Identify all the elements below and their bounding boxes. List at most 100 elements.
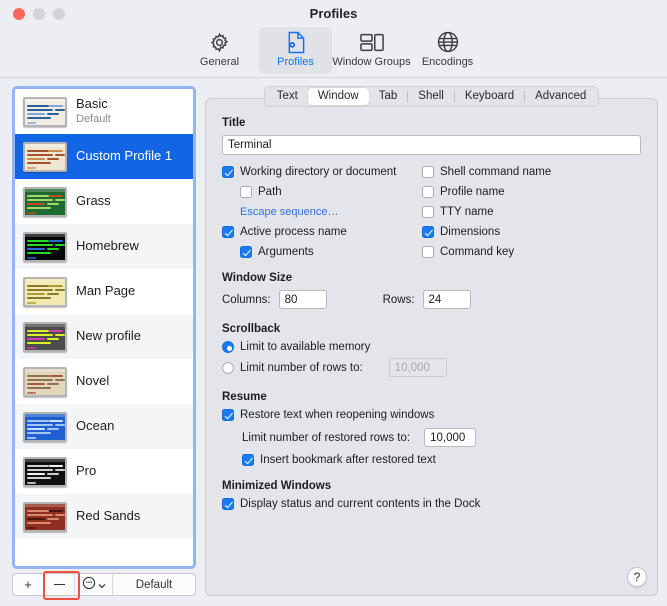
profile-thumbnail [23, 186, 67, 217]
rows-input[interactable] [422, 290, 471, 309]
profile-name: Basic [76, 96, 108, 112]
preferences-window: Profiles General Profiles Window Groups … [0, 0, 667, 606]
default-button-label: Default [135, 578, 173, 591]
radio-limit-memory[interactable] [222, 341, 234, 353]
checkbox-label: Active process name [240, 226, 347, 238]
chevron-down-icon [98, 577, 106, 592]
columns-input[interactable] [278, 290, 327, 309]
settings-tabbar: Text Window Tab Shell Keyboard Advanced [205, 86, 658, 107]
radio-limit-rows-label: Limit number of rows to: [240, 361, 363, 374]
option-row[interactable]: Dimensions [422, 226, 551, 238]
profile-list-item[interactable]: Ocean [15, 404, 193, 449]
checkbox-restore-text[interactable] [222, 409, 234, 421]
tab-advanced[interactable]: Advanced [525, 88, 596, 105]
profile-list-item[interactable]: Pro [15, 449, 193, 494]
title-heading: Title [222, 117, 246, 129]
checkbox[interactable] [240, 246, 252, 258]
toolbar-label-general: General [199, 56, 240, 68]
window-groups-icon [359, 29, 384, 55]
profile-list[interactable]: Basic Default Custom Profile 1 Grass Homebre… [12, 86, 196, 569]
profile-list-item[interactable]: New profile [15, 314, 193, 359]
checkbox-label: Profile name [440, 186, 505, 198]
preferences-toolbar: General Profiles Window Groups Encodings [0, 27, 667, 78]
remove-profile-button[interactable] [44, 574, 75, 595]
toolbar-item-encodings[interactable]: Encodings [411, 27, 484, 74]
tab-keyboard[interactable]: Keyboard [455, 88, 524, 105]
option-row[interactable]: Shell command name [422, 166, 551, 178]
profile-thumbnail [23, 96, 67, 127]
profile-name: Ocean [76, 418, 115, 434]
tab-window[interactable]: Window [307, 88, 369, 105]
checkbox-dock-status-label: Display status and current contents in t… [240, 498, 481, 510]
profile-list-item[interactable]: Custom Profile 1 [15, 134, 193, 179]
checkbox-insert-bookmark[interactable] [242, 454, 254, 466]
option-row[interactable]: Path [222, 186, 422, 198]
option-row[interactable]: Profile name [422, 186, 551, 198]
help-button[interactable]: ? [627, 567, 647, 587]
checkbox[interactable] [240, 186, 252, 198]
rows-label: Rows: [382, 293, 415, 306]
option-row[interactable]: Active process name [222, 226, 422, 238]
profile-list-item[interactable]: Man Page [15, 269, 193, 314]
tab-strip: Text Window Tab Shell Keyboard Advanced [263, 86, 600, 107]
profile-name: Pro [76, 463, 97, 479]
checkbox[interactable] [222, 166, 234, 178]
checkbox[interactable] [222, 226, 234, 238]
window-size-section: Window Size Columns: Rows: [222, 272, 641, 309]
radio-limit-rows[interactable] [222, 361, 234, 374]
title-input[interactable] [222, 135, 641, 155]
profile-actions-button[interactable] [75, 574, 113, 595]
profile-thumbnail [23, 501, 67, 532]
toolbar-item-window-groups[interactable]: Window Groups [332, 27, 411, 74]
checkbox-restore-text-label: Restore text when reopening windows [240, 409, 435, 421]
profile-list-item[interactable]: Red Sands [15, 494, 193, 539]
profile-list-item[interactable]: Grass [15, 179, 193, 224]
plus-icon: + [24, 577, 32, 592]
profile-name: Man Page [76, 283, 136, 299]
toolbar-item-profiles[interactable]: Profiles [259, 27, 332, 74]
checkbox[interactable] [422, 186, 434, 198]
scrollback-rows-input [388, 358, 447, 377]
tab-tab[interactable]: Tab [369, 88, 408, 105]
profile-list-item[interactable]: Homebrew [15, 224, 193, 269]
window-title: Profiles [309, 6, 358, 21]
title-options: Working directory or document Path Escape … [222, 166, 641, 258]
option-row[interactable]: Working directory or document [222, 166, 422, 178]
window-settings-panel: Title Working directory or document Path E… [205, 98, 658, 596]
title-bar: Profiles [0, 0, 667, 27]
profile-default-badge: Default [76, 113, 111, 126]
option-row: Escape sequence… [222, 206, 422, 218]
checkbox-label: Path [258, 186, 282, 198]
radio-limit-memory-label: Limit to available memory [240, 341, 371, 353]
profile-document-icon [285, 29, 306, 55]
option-row[interactable]: Arguments [222, 246, 422, 258]
escape-sequence-link[interactable]: Escape sequence… [240, 206, 338, 218]
profile-list-item[interactable]: Basic Default [15, 89, 193, 134]
resume-section: Resume Restore text when reopening windo… [222, 391, 641, 466]
checkbox[interactable] [422, 246, 434, 258]
toolbar-item-general[interactable]: General [183, 27, 256, 74]
scrollback-heading: Scrollback [222, 323, 281, 335]
checkbox[interactable] [422, 166, 434, 178]
set-default-button[interactable]: Default [113, 574, 195, 595]
option-row[interactable]: TTY name [422, 206, 551, 218]
checkbox[interactable] [422, 226, 434, 238]
profile-list-item[interactable]: Novel [15, 359, 193, 404]
profile-thumbnail [23, 456, 67, 487]
checkbox-label: Arguments [258, 246, 314, 258]
checkbox-label: TTY name [440, 206, 494, 218]
checkbox[interactable] [422, 206, 434, 218]
option-row[interactable]: Command key [422, 246, 551, 258]
tab-text[interactable]: Text [267, 88, 308, 105]
minus-icon [53, 583, 65, 586]
profile-name: New profile [76, 328, 142, 344]
profile-thumbnail [23, 411, 67, 442]
checkbox-dock-status[interactable] [222, 498, 234, 510]
minimized-windows-section: Minimized Windows Display status and cur… [222, 480, 641, 510]
tab-shell[interactable]: Shell [408, 88, 454, 105]
title-options-right: Shell command name Profile name TTY name Di… [422, 166, 551, 258]
add-profile-button[interactable]: + [13, 574, 44, 595]
profile-thumbnail [23, 321, 67, 352]
restored-rows-input[interactable] [424, 428, 477, 447]
minimized-heading: Minimized Windows [222, 480, 332, 492]
